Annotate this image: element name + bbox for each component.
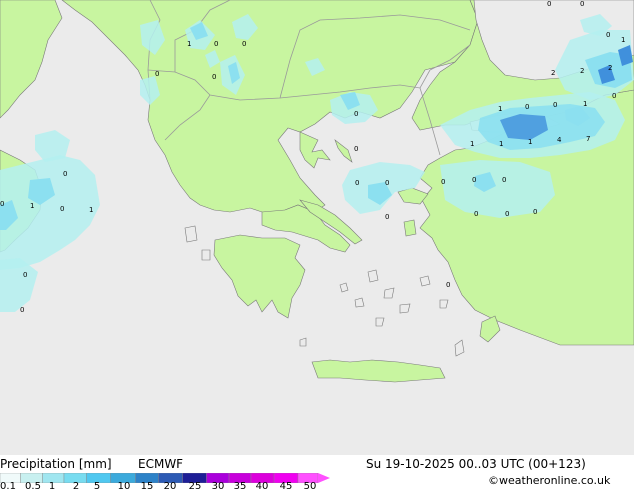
precipitation-map: 1 0 0 0 0 0 0 0 0 0 0 0 0 0 0 0 0 0 0 0 … [0, 0, 634, 455]
map-label: 0 [385, 179, 389, 187]
legend-tick-label: 20 [163, 481, 177, 492]
map-label: 0 [441, 178, 445, 186]
legend-tick-label: 50 [303, 481, 317, 492]
map-label: 0 [355, 179, 359, 187]
valid-time: Su 19-10-2025 00..03 UTC (00+123) [366, 457, 586, 471]
map-label: 0 [606, 31, 610, 39]
map-label: 0 [474, 210, 478, 218]
map-label: 0 [354, 145, 358, 153]
legend-tick-label: 10 [117, 481, 131, 492]
copyright: ©weatheronline.co.uk [488, 474, 611, 487]
legend-tick-label: 35 [233, 481, 247, 492]
legend-tick-label: 25 [188, 481, 202, 492]
map-label: 0 [505, 210, 509, 218]
map-title: Precipitation [mm] [0, 457, 112, 471]
map-label: 0 [354, 110, 358, 118]
map-label: 0 [63, 170, 67, 178]
map-label: 0 [612, 92, 616, 100]
map-label: 1 [499, 140, 503, 148]
map-label: 1 [30, 202, 34, 210]
land-chios [403, 219, 417, 237]
model-name: ECMWF [138, 457, 184, 471]
map-label: 1 [470, 140, 474, 148]
map-label: 0 [446, 281, 450, 289]
legend-tick-label: 0.1 [0, 481, 16, 492]
map-label: 2 [608, 64, 612, 72]
map-label: 2 [551, 69, 555, 77]
map-label: 0 [502, 176, 506, 184]
map-label: 0 [242, 40, 246, 48]
map-label: 0 [533, 208, 537, 216]
map-canvas: 1 0 0 0 0 0 0 0 0 0 0 0 0 0 0 0 0 0 0 0 … [0, 0, 634, 455]
map-label: 0 [0, 200, 4, 208]
map-label: 1 [583, 100, 587, 108]
map-label: 0 [472, 176, 476, 184]
legend-tick-label: 5 [93, 481, 101, 492]
map-label: 0 [547, 0, 551, 8]
map-label: 1 [621, 36, 625, 44]
map-label: 4 [557, 136, 562, 144]
legend-tick-label: 0.5 [25, 481, 41, 492]
legend-tick-label: 40 [255, 481, 269, 492]
map-label: 0 [155, 70, 159, 78]
map-label: 0 [20, 306, 24, 314]
legend-tick-label: 15 [140, 481, 154, 492]
map-label: 0 [580, 0, 584, 8]
map-label: 1 [528, 138, 532, 146]
map-label: 7 [586, 135, 590, 143]
map-label: 0 [212, 73, 216, 81]
legend-tick-label: 45 [279, 481, 293, 492]
map-label: 1 [187, 40, 191, 48]
map-label: 1 [498, 105, 502, 113]
map-label: 0 [214, 40, 218, 48]
map-label: 0 [385, 213, 389, 221]
map-label: 0 [553, 101, 557, 109]
legend-tick-label: 1 [48, 481, 56, 492]
legend-arrow [318, 473, 330, 483]
legend-tick-label: 2 [72, 481, 80, 492]
legend-tick-label: 30 [211, 481, 225, 492]
map-label: 0 [525, 103, 529, 111]
map-label: 1 [89, 206, 93, 214]
map-label: 0 [23, 271, 27, 279]
map-label: 2 [580, 67, 584, 75]
map-label: 0 [60, 205, 64, 213]
